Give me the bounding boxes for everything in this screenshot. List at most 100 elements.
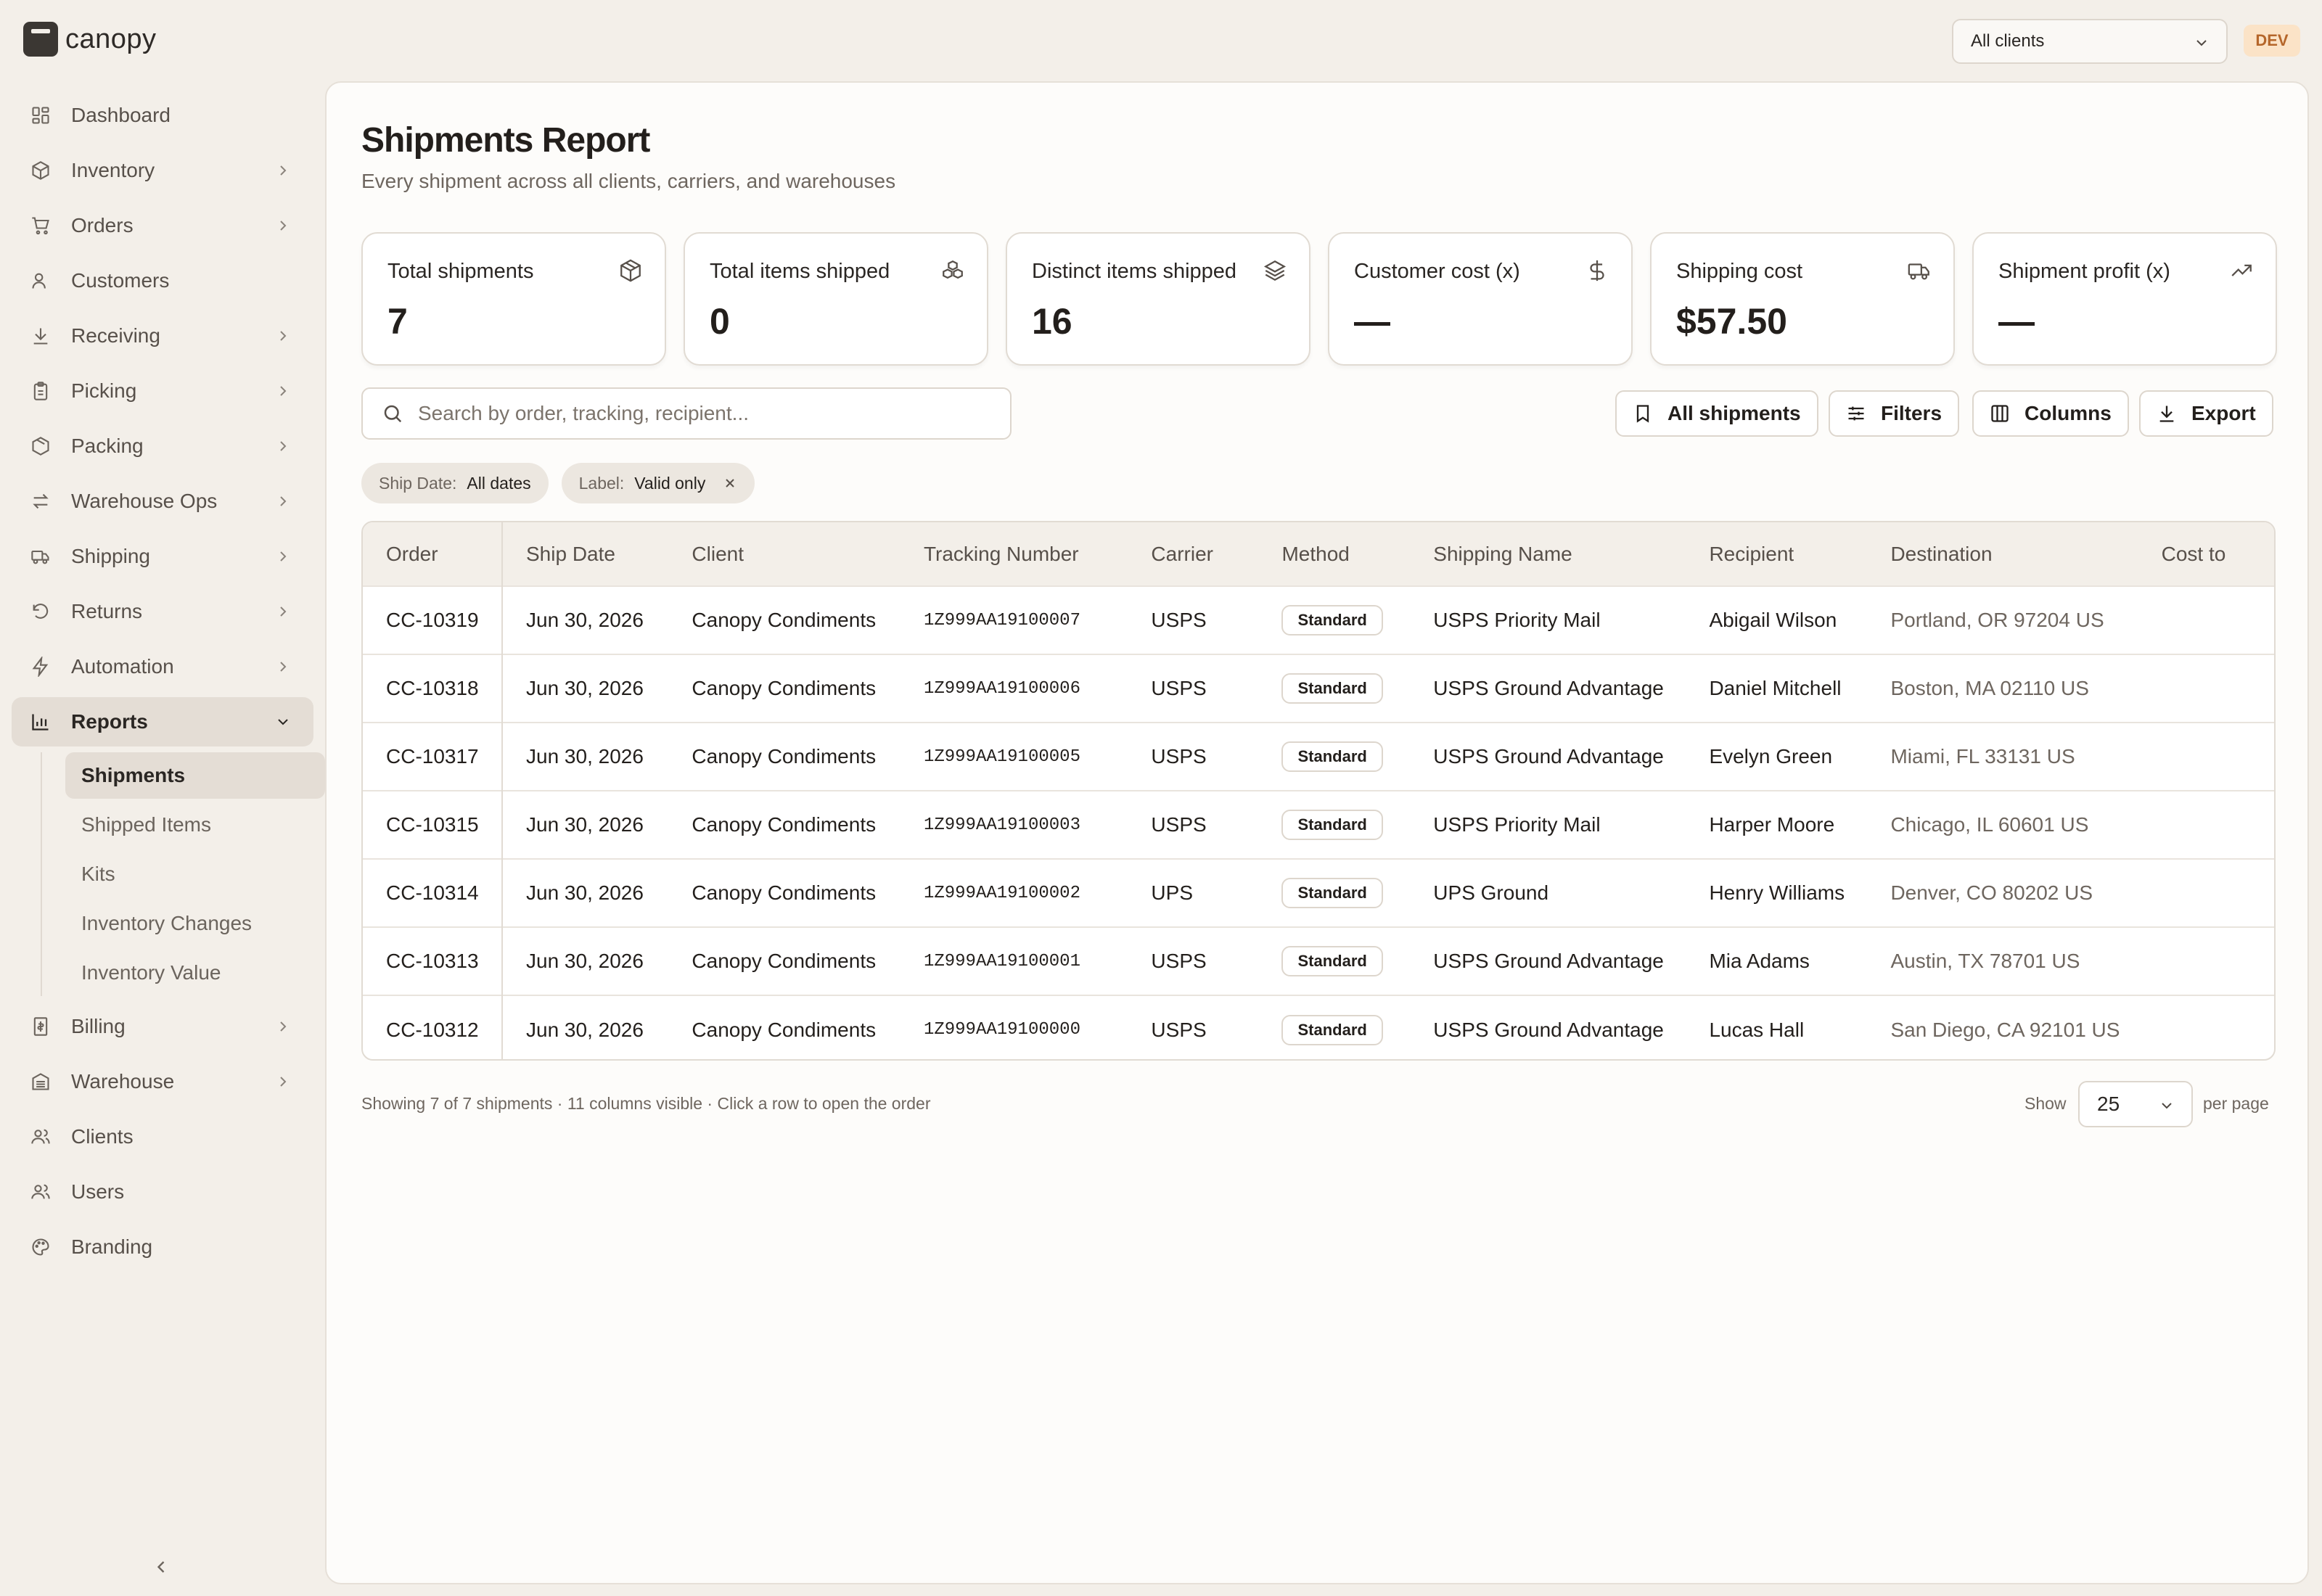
sidebar-item-label: Inventory [71,159,155,181]
sidebar-item-receiving[interactable]: Receiving [12,311,313,361]
column-header-recipient[interactable]: Recipient [1686,522,1868,586]
env-badge: DEV [2244,25,2300,57]
filter-chip-ship-date[interactable]: Ship Date: All dates [361,463,549,503]
chevron-down-icon [2162,1103,2172,1109]
column-header-ship-date[interactable]: Ship Date [502,522,669,586]
stat-card-label: Customer cost (x) [1354,260,1520,283]
app-name: canopy [65,23,157,54]
per-page-label: per page [2203,1094,2269,1113]
method-badge: Standard [1281,741,1383,772]
chevron-right-icon [280,221,287,231]
per-page-select[interactable]: 25 [2078,1081,2193,1127]
cell-ship-date: Jun 30, 2026 [502,858,669,927]
stat-cards: Total shipments 7 Total items shipped 0 … [361,232,2277,366]
export-button[interactable]: Export [2139,390,2273,437]
column-header-order[interactable]: Order [363,522,503,586]
sidebar-item-returns[interactable]: Returns [12,587,313,636]
column-header-destination[interactable]: Destination [1867,522,2138,586]
cell-shipping-name: USPS Ground Advantage [1410,995,1686,1059]
column-header-method[interactable]: Method [1258,522,1411,586]
sidebar-item-label: Packing [71,435,144,457]
cell-order: CC-10317 [363,722,503,791]
table-row[interactable]: CC-10312 Jun 30, 2026 Canopy Condiments 1Z9… [363,995,2274,1059]
column-header-tracking-number[interactable]: Tracking Number [900,522,1128,586]
sidebar-nav: Dashboard Inventory Orders Customers Rec… [12,91,325,1278]
sidebar-item-label: Users [71,1180,125,1203]
page-subtitle: Every shipment across all clients, carri… [361,170,896,192]
client-select[interactable]: All clients [1952,19,2228,64]
sidebar-item-automation[interactable]: Automation [12,642,313,691]
cell-cost-to [2138,790,2274,859]
sidebar-item-users[interactable]: Users [12,1167,313,1217]
sidebar-item-packing[interactable]: Packing [12,421,313,471]
sidebar-item-billing[interactable]: Billing [12,1002,313,1051]
column-header-client[interactable]: Client [668,522,901,586]
sidebar-item-label: Clients [71,1125,134,1148]
download-icon [2159,406,2174,422]
stat-card-shipment-profit: Shipment profit (x) — [1972,232,2277,366]
sidebar-item-customers[interactable]: Customers [12,256,313,305]
sidebar-item-inventory[interactable]: Inventory [12,146,313,195]
cell-order: CC-10312 [363,995,503,1059]
sidebar-item-warehouse[interactable]: Warehouse [12,1057,313,1106]
table-row[interactable]: CC-10314 Jun 30, 2026 Canopy Condiments 1Z9… [363,858,2274,927]
chevron-right-icon [280,1021,287,1032]
cell-recipient: Henry Williams [1686,858,1868,927]
cell-method: Standard [1258,995,1411,1059]
page-title: Shipments Report [361,121,650,160]
filters-button[interactable]: Filters [1829,390,1960,437]
table-row[interactable]: CC-10315 Jun 30, 2026 Canopy Condiments 1Z9… [363,790,2274,859]
stat-card-label: Total items shipped [710,260,890,283]
columns-button[interactable]: Columns [1972,390,2129,437]
column-header-carrier[interactable]: Carrier [1128,522,1259,586]
reports-subnav: Shipments Shipped Items Kits Inventory C… [41,752,325,996]
table-row[interactable]: CC-10319 Jun 30, 2026 Canopy Condiments 1Z9… [363,585,2274,654]
chip-value: Valid only [634,473,706,493]
cell-shipping-name: USPS Priority Mail [1410,585,1686,654]
sidebar-item-picking[interactable]: Picking [12,366,313,416]
cell-tracking-number: 1Z999AA19100002 [900,858,1128,927]
subnav-item-inventory-value[interactable]: Inventory Value [65,950,325,996]
subnav-item-shipments[interactable]: Shipments [65,752,325,799]
chevron-right-icon [280,331,287,341]
sidebar-item-orders[interactable]: Orders [12,201,313,250]
bookmark-icon [1636,405,1649,423]
cell-order: CC-10315 [363,790,503,859]
box-icon [29,159,52,182]
cell-shipping-name: USPS Priority Mail [1410,790,1686,859]
column-header-cost-to[interactable]: Cost to [2138,522,2274,586]
cell-recipient: Daniel Mitchell [1686,654,1868,723]
cell-order: CC-10319 [363,585,503,654]
table-row[interactable]: CC-10317 Jun 30, 2026 Canopy Condiments 1Z9… [363,722,2274,791]
columns-icon [1991,405,2009,422]
sidebar-item-dashboard[interactable]: Dashboard [12,91,313,140]
subnav-item-shipped-items[interactable]: Shipped Items [65,802,325,848]
sidebar-item-shipping[interactable]: Shipping [12,532,313,581]
cell-destination: Denver, CO 80202 US [1867,858,2138,927]
stat-card-value: — [1998,301,2035,342]
saved-view-button[interactable]: All shipments [1615,390,1818,437]
subnav-item-inventory-changes[interactable]: Inventory Changes [65,900,325,947]
subnav-item-kits[interactable]: Kits [65,851,325,897]
cell-tracking-number: 1Z999AA19100006 [900,654,1128,723]
app-logo[interactable]: canopy [23,22,157,57]
sidebar-item-branding[interactable]: Branding [12,1222,313,1272]
close-icon[interactable] [723,476,737,490]
collapse-sidebar-icon[interactable] [151,1557,171,1577]
saved-view-label: All shipments [1667,402,1801,424]
search-input[interactable] [417,401,997,426]
cell-tracking-number: 1Z999AA19100000 [900,995,1128,1059]
method-badge: Standard [1281,878,1383,908]
logo-icon [23,22,58,57]
method-badge: Standard [1281,1014,1383,1045]
cell-shipping-name: USPS Ground Advantage [1410,926,1686,995]
cell-client: Canopy Condiments [668,995,901,1059]
sidebar-item-warehouse-ops[interactable]: Warehouse Ops [12,477,313,526]
table-row[interactable]: CC-10313 Jun 30, 2026 Canopy Condiments 1Z9… [363,926,2274,995]
table-row[interactable]: CC-10318 Jun 30, 2026 Canopy Condiments 1Z9… [363,654,2274,723]
column-header-shipping-name[interactable]: Shipping Name [1410,522,1686,586]
sidebar-item-clients[interactable]: Clients [12,1112,313,1161]
sidebar-item-reports[interactable]: Reports [12,697,313,746]
filter-chip-label[interactable]: Label: Valid only [561,463,755,503]
search-icon [384,405,402,423]
